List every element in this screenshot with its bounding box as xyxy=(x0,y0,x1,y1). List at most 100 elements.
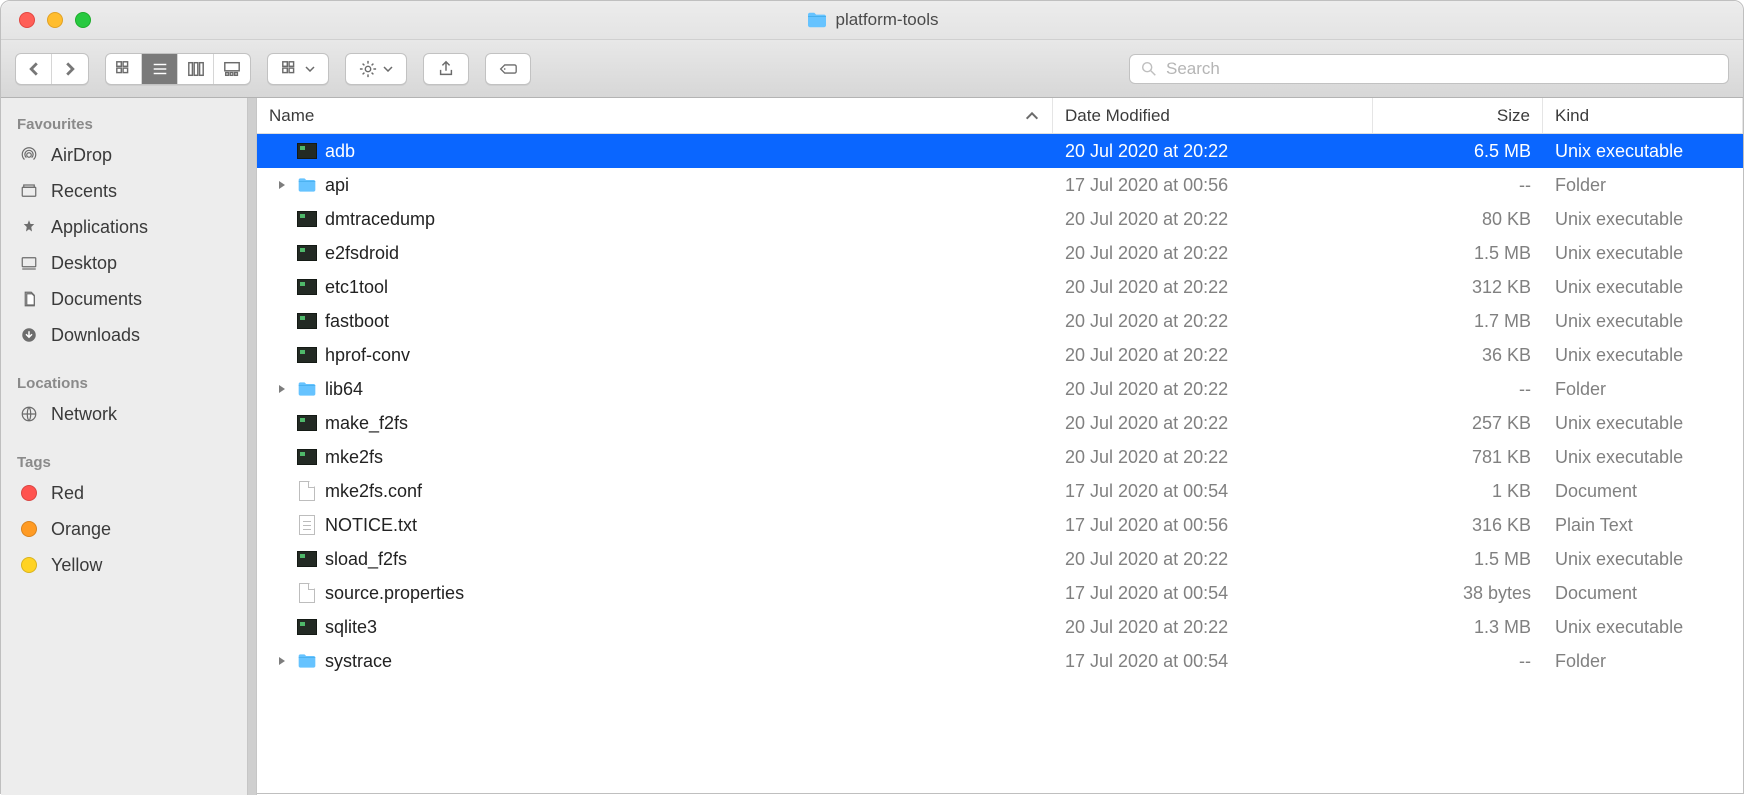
file-row[interactable]: NOTICE.txt17 Jul 2020 at 00:56316 KBPlai… xyxy=(257,508,1743,542)
file-row[interactable]: mke2fs.conf17 Jul 2020 at 00:541 KBDocum… xyxy=(257,474,1743,508)
sidebar-item-airdrop[interactable]: AirDrop xyxy=(1,137,257,173)
sidebar-section-tags: Tags xyxy=(1,446,257,475)
sidebar-item-network[interactable]: Network xyxy=(1,396,257,432)
file-name: NOTICE.txt xyxy=(325,515,417,536)
forward-button[interactable] xyxy=(52,54,88,84)
column-date-label: Date Modified xyxy=(1065,106,1170,126)
zoom-window-button[interactable] xyxy=(75,12,91,28)
file-row[interactable]: api17 Jul 2020 at 00:56--Folder xyxy=(257,168,1743,202)
column-headers: Name Date Modified Size Kind xyxy=(257,98,1743,134)
sidebar-item-recents[interactable]: Recents xyxy=(1,173,257,209)
file-kind: Unix executable xyxy=(1543,141,1743,162)
sidebar-item-red[interactable]: Red xyxy=(1,475,257,511)
file-row[interactable]: etc1tool20 Jul 2020 at 20:22312 KBUnix e… xyxy=(257,270,1743,304)
sidebar-item-documents[interactable]: Documents xyxy=(1,281,257,317)
file-date: 20 Jul 2020 at 20:22 xyxy=(1053,447,1373,468)
file-row[interactable]: hprof-conv20 Jul 2020 at 20:2236 KBUnix … xyxy=(257,338,1743,372)
file-kind: Unix executable xyxy=(1543,617,1743,638)
disclosure-triangle-icon[interactable] xyxy=(275,180,289,190)
file-row[interactable]: mke2fs20 Jul 2020 at 20:22781 KBUnix exe… xyxy=(257,440,1743,474)
toolbar xyxy=(1,40,1743,98)
file-row[interactable]: make_f2fs20 Jul 2020 at 20:22257 KBUnix … xyxy=(257,406,1743,440)
sidebar-item-label: Documents xyxy=(51,289,142,310)
file-kind: Unix executable xyxy=(1543,447,1743,468)
file-name: sload_f2fs xyxy=(325,549,407,570)
document-icon xyxy=(297,584,317,602)
downloads-icon xyxy=(17,323,41,347)
action-menu-button[interactable] xyxy=(345,53,407,85)
documents-icon xyxy=(17,287,41,311)
tag-dot-orange-icon xyxy=(17,517,41,541)
file-row[interactable]: fastboot20 Jul 2020 at 20:221.7 MBUnix e… xyxy=(257,304,1743,338)
sidebar-resize-handle[interactable] xyxy=(247,98,257,795)
sidebar-item-label: Red xyxy=(51,483,84,504)
list-view-button[interactable] xyxy=(142,54,178,84)
sidebar-item-orange[interactable]: Orange xyxy=(1,511,257,547)
file-date: 17 Jul 2020 at 00:54 xyxy=(1053,583,1373,604)
executable-icon xyxy=(297,346,317,364)
sidebar-item-desktop[interactable]: Desktop xyxy=(1,245,257,281)
file-row[interactable]: sload_f2fs20 Jul 2020 at 20:221.5 MBUnix… xyxy=(257,542,1743,576)
file-row[interactable]: lib6420 Jul 2020 at 20:22--Folder xyxy=(257,372,1743,406)
back-button[interactable] xyxy=(16,54,52,84)
file-date: 17 Jul 2020 at 00:56 xyxy=(1053,175,1373,196)
close-window-button[interactable] xyxy=(19,12,35,28)
recents-icon xyxy=(17,179,41,203)
disclosure-triangle-icon[interactable] xyxy=(275,384,289,394)
gallery-view-button[interactable] xyxy=(214,54,250,84)
sidebar-item-downloads[interactable]: Downloads xyxy=(1,317,257,353)
file-row[interactable]: source.properties17 Jul 2020 at 00:5438 … xyxy=(257,576,1743,610)
group-by-button[interactable] xyxy=(267,53,329,85)
file-row[interactable]: dmtracedump20 Jul 2020 at 20:2280 KBUnix… xyxy=(257,202,1743,236)
file-row[interactable]: adb20 Jul 2020 at 20:226.5 MBUnix execut… xyxy=(257,134,1743,168)
file-date: 20 Jul 2020 at 20:22 xyxy=(1053,277,1373,298)
column-date[interactable]: Date Modified xyxy=(1053,98,1373,133)
window-title-text: platform-tools xyxy=(836,10,939,30)
file-kind: Plain Text xyxy=(1543,515,1743,536)
column-kind[interactable]: Kind xyxy=(1543,98,1743,133)
column-view-button[interactable] xyxy=(178,54,214,84)
sidebar-item-label: Recents xyxy=(51,181,117,202)
minimize-window-button[interactable] xyxy=(47,12,63,28)
window-controls xyxy=(1,12,91,28)
icon-view-button[interactable] xyxy=(106,54,142,84)
file-size: 6.5 MB xyxy=(1373,141,1543,162)
file-date: 20 Jul 2020 at 20:22 xyxy=(1053,345,1373,366)
file-kind: Unix executable xyxy=(1543,209,1743,230)
main-area: FavouritesAirDropRecentsApplicationsDesk… xyxy=(1,98,1743,795)
file-kind: Unix executable xyxy=(1543,549,1743,570)
file-date: 20 Jul 2020 at 20:22 xyxy=(1053,379,1373,400)
executable-icon xyxy=(297,414,317,432)
file-size: 1.5 MB xyxy=(1373,243,1543,264)
column-name-label: Name xyxy=(269,106,314,126)
sidebar-item-yellow[interactable]: Yellow xyxy=(1,547,257,583)
file-kind: Folder xyxy=(1543,175,1743,196)
file-name: fastboot xyxy=(325,311,389,332)
share-button[interactable] xyxy=(423,53,469,85)
file-size: 312 KB xyxy=(1373,277,1543,298)
file-size: -- xyxy=(1373,175,1543,196)
search-field[interactable] xyxy=(1129,54,1729,84)
file-date: 20 Jul 2020 at 20:22 xyxy=(1053,141,1373,162)
applications-icon xyxy=(17,215,41,239)
file-kind: Document xyxy=(1543,481,1743,502)
file-row[interactable]: e2fsdroid20 Jul 2020 at 20:221.5 MBUnix … xyxy=(257,236,1743,270)
file-name: e2fsdroid xyxy=(325,243,399,264)
file-row[interactable]: systrace17 Jul 2020 at 00:54--Folder xyxy=(257,644,1743,678)
file-row[interactable]: sqlite320 Jul 2020 at 20:221.3 MBUnix ex… xyxy=(257,610,1743,644)
file-name: sqlite3 xyxy=(325,617,377,638)
sidebar-item-applications[interactable]: Applications xyxy=(1,209,257,245)
file-size: 1.3 MB xyxy=(1373,617,1543,638)
gear-icon xyxy=(359,60,377,78)
airdrop-icon xyxy=(17,143,41,167)
executable-icon xyxy=(297,210,317,228)
file-size: 781 KB xyxy=(1373,447,1543,468)
file-size: -- xyxy=(1373,651,1543,672)
column-size[interactable]: Size xyxy=(1373,98,1543,133)
disclosure-triangle-icon[interactable] xyxy=(275,656,289,666)
column-name[interactable]: Name xyxy=(257,98,1053,133)
search-input[interactable] xyxy=(1166,59,1718,79)
tags-button[interactable] xyxy=(485,53,531,85)
folder-icon xyxy=(297,176,317,194)
file-size: 257 KB xyxy=(1373,413,1543,434)
